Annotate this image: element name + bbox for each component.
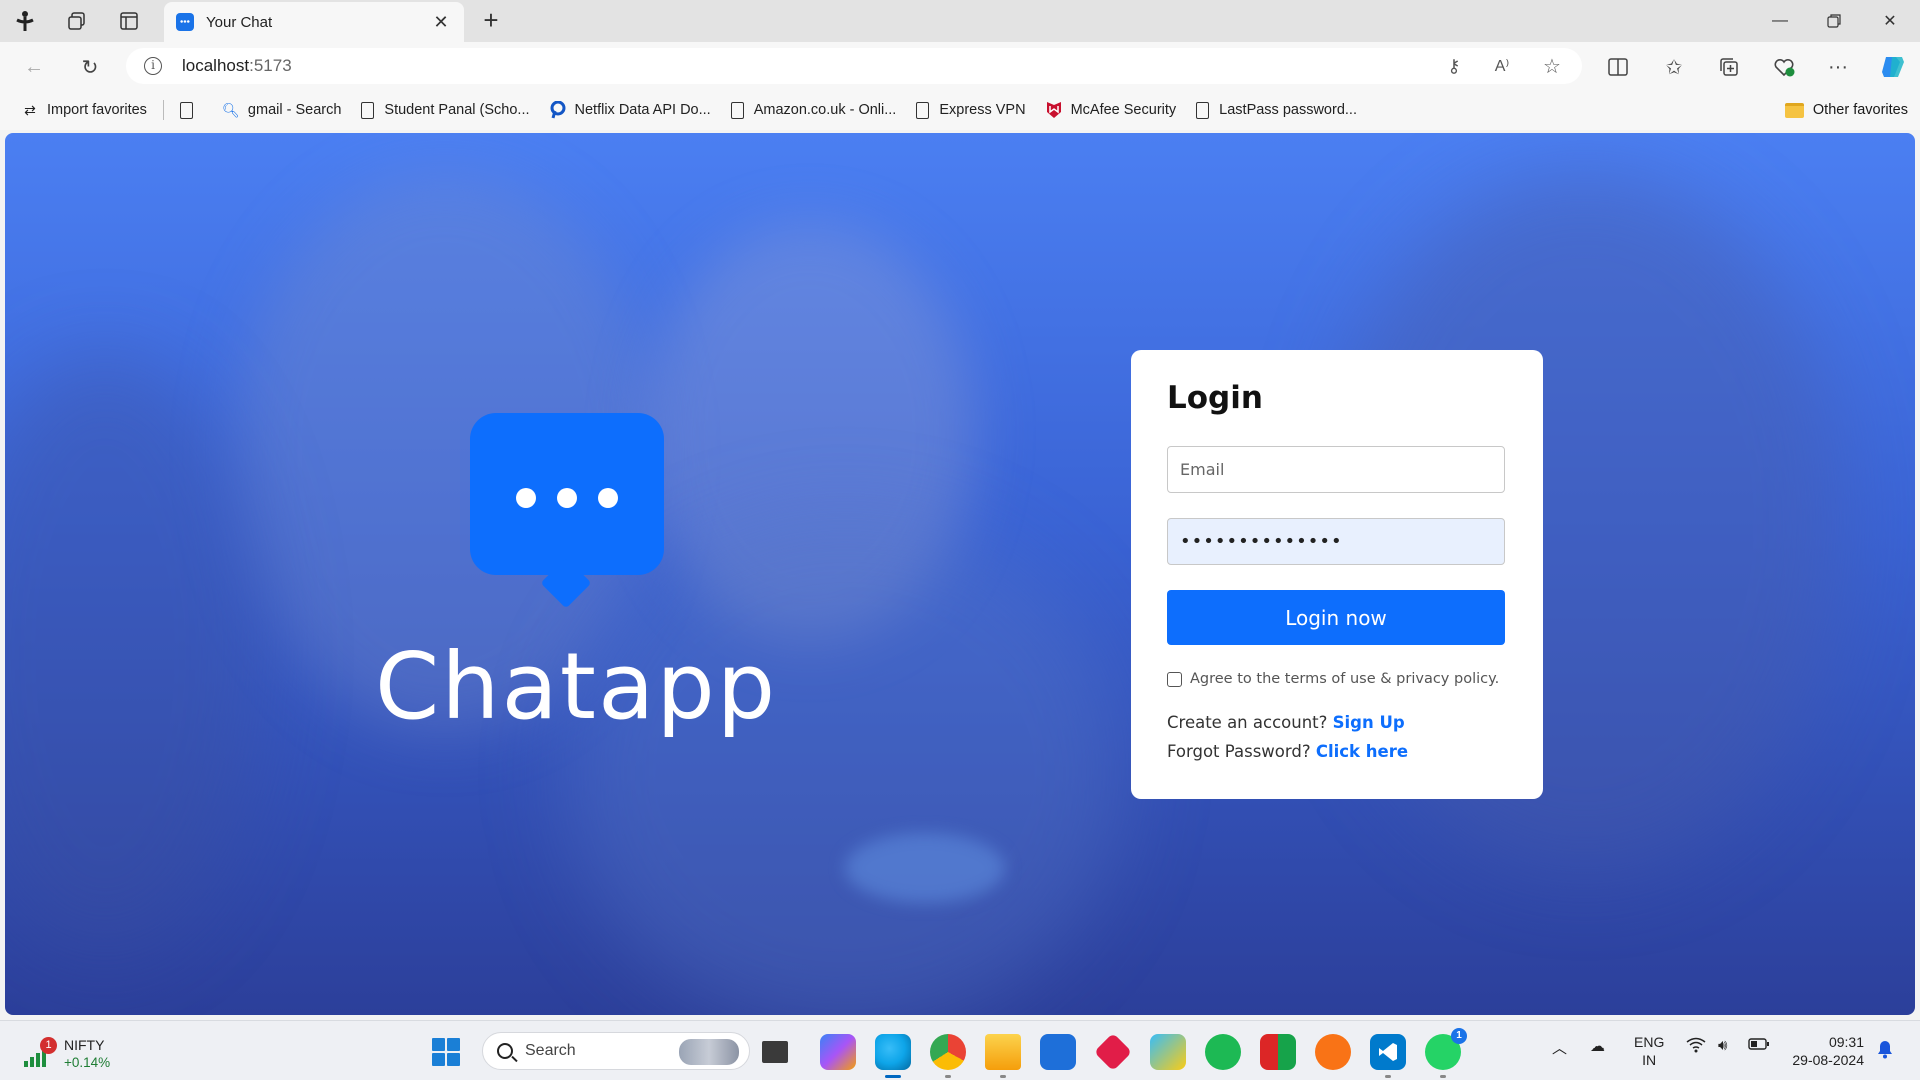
brand-title: Chatapp [375, 633, 778, 740]
spotify-icon[interactable] [1205, 1034, 1241, 1070]
tab-title: Your Chat [206, 13, 273, 31]
page-icon [730, 101, 744, 119]
back-arrow-icon[interactable]: ← [18, 51, 50, 83]
favorite-star-icon[interactable]: ☆ [1536, 50, 1568, 82]
favorites-bar: ⇄ Import favorites 🔍︎ gmail - Search Stu… [0, 90, 1920, 130]
import-icon: ⇄ [24, 101, 36, 118]
favorite-blank-page[interactable] [170, 95, 213, 125]
folder-icon [1784, 102, 1804, 118]
url-text: localhost:5173 [182, 56, 292, 75]
windows-taskbar: 1 NIFTY +0.14% Search 1 ︿ ☁ ENG IN 🔊︎ 09… [0, 1020, 1920, 1080]
page-icon [179, 101, 193, 119]
minimize-button[interactable]: — [1752, 0, 1808, 42]
volume-icon[interactable]: 🔊︎ [1718, 1037, 1727, 1054]
weather-app-icon[interactable] [1150, 1034, 1186, 1070]
start-menu-icon[interactable] [432, 1038, 460, 1066]
search-icon [497, 1043, 513, 1059]
email-field[interactable] [1167, 446, 1505, 493]
chevron-up-icon[interactable]: ︿ [1552, 1037, 1567, 1058]
password-key-icon[interactable]: ⚷ [1438, 50, 1470, 82]
favorites-icon[interactable]: ✩ [1658, 51, 1690, 83]
favorites-divider [162, 100, 164, 120]
terms-label: Agree to the terms of use & privacy poli… [1190, 671, 1500, 687]
refresh-icon[interactable]: ↻ [74, 51, 106, 83]
widget-name: NIFTY [64, 1037, 105, 1053]
favorite-student-panal[interactable]: Student Panal (Scho... [351, 95, 539, 125]
winrar-icon[interactable] [1260, 1034, 1296, 1070]
close-icon[interactable]: ✕ [430, 12, 452, 33]
favorite-gmail-search[interactable]: 🔍︎ gmail - Search [213, 95, 351, 125]
whatsapp-icon[interactable]: 1 [1425, 1028, 1467, 1078]
favorite-express-vpn[interactable]: Express VPN [906, 95, 1035, 125]
restore-button[interactable] [1806, 0, 1862, 42]
favorite-netflix-api[interactable]: Netflix Data API Do... [540, 95, 721, 125]
search-icon: 🔍︎ [222, 101, 240, 118]
store-icon[interactable] [1040, 1034, 1076, 1070]
vscode-icon[interactable] [1370, 1034, 1406, 1078]
chat-favicon-icon [176, 13, 194, 31]
favorite-mcafee[interactable]: McAfee Security [1036, 95, 1187, 125]
taskbar-search[interactable]: Search [482, 1032, 750, 1070]
language-indicator[interactable]: ENG IN [1634, 1033, 1664, 1069]
browser-essentials-icon[interactable] [1768, 51, 1800, 83]
login-button[interactable]: Login now [1167, 590, 1505, 645]
forgot-row: Forgot Password? Click here [1167, 742, 1409, 761]
favorite-amazon[interactable]: Amazon.co.uk - Onli... [721, 95, 907, 125]
file-explorer-icon[interactable] [985, 1034, 1021, 1078]
close-window-button[interactable]: ✕ [1862, 0, 1918, 42]
forgot-password-link[interactable]: Click here [1316, 742, 1408, 761]
postman-icon[interactable] [1315, 1034, 1351, 1070]
search-highlight-art [679, 1039, 739, 1065]
onedrive-cloud-icon[interactable]: ☁ [1590, 1037, 1605, 1055]
edge-browser-icon[interactable] [875, 1034, 911, 1078]
battery-icon[interactable] [1748, 1037, 1770, 1055]
task-view-icon[interactable] [762, 1041, 788, 1063]
system-clock[interactable]: 09:31 29-08-2024 [1782, 1033, 1864, 1069]
clock-date: 29-08-2024 [1792, 1052, 1864, 1068]
browser-tab-strip: Your Chat ✕ + — ✕ [0, 0, 1920, 42]
profile-icon[interactable] [10, 6, 40, 36]
address-bar[interactable]: i localhost:5173 ⚷ A⁾ ☆ [126, 48, 1582, 84]
signup-row: Create an account? Sign Up [1167, 713, 1405, 732]
anydesk-icon[interactable] [1093, 1032, 1133, 1072]
terms-row: Agree to the terms of use & privacy poli… [1167, 671, 1507, 687]
page-viewport: Chatapp Login •••••••••••••• Login now A… [5, 133, 1915, 1015]
info-icon[interactable]: i [144, 57, 162, 75]
new-tab-button[interactable]: + [476, 6, 506, 36]
login-card: Login •••••••••••••• Login now Agree to … [1131, 350, 1543, 799]
copilot-icon[interactable] [1877, 51, 1909, 83]
clock-time: 09:31 [1828, 1034, 1864, 1050]
rapidapi-icon [550, 101, 566, 119]
split-screen-icon[interactable] [1602, 51, 1634, 83]
notification-bell-icon[interactable] [1876, 1039, 1894, 1059]
page-icon [1196, 101, 1210, 119]
collections-icon[interactable] [1713, 51, 1745, 83]
chat-bubble-logo-icon [470, 413, 664, 575]
signup-link[interactable]: Sign Up [1333, 713, 1405, 732]
background-photo [5, 133, 1915, 1015]
more-menu-icon[interactable]: ··· [1822, 51, 1854, 83]
widget-value: +0.14% [64, 1055, 111, 1070]
login-title: Login [1167, 380, 1263, 416]
page-icon [361, 101, 375, 119]
stock-widget[interactable]: 1 NIFTY +0.14% [22, 1031, 132, 1073]
favorite-import[interactable]: ⇄ Import favorites [12, 95, 157, 125]
page-icon [916, 101, 930, 119]
vertical-tabs-icon[interactable] [114, 6, 144, 36]
copilot-app-icon[interactable] [820, 1034, 856, 1070]
password-field[interactable]: •••••••••••••• [1167, 518, 1505, 565]
browser-toolbar: ← ↻ i localhost:5173 ⚷ A⁾ ☆ ✩ ··· [0, 42, 1920, 90]
workspaces-icon[interactable] [62, 6, 92, 36]
terms-checkbox[interactable] [1167, 671, 1182, 687]
whatsapp-badge: 1 [1451, 1028, 1467, 1044]
wifi-icon[interactable] [1686, 1037, 1706, 1057]
widget-badge: 1 [40, 1037, 57, 1054]
mcafee-icon [1046, 101, 1062, 119]
other-favorites[interactable]: Other favorites [1784, 95, 1908, 125]
read-aloud-icon[interactable]: A⁾ [1486, 50, 1518, 82]
chrome-icon[interactable] [930, 1034, 966, 1078]
favorite-lastpass[interactable]: LastPass password... [1186, 95, 1367, 125]
tab-your-chat[interactable]: Your Chat ✕ [164, 2, 464, 42]
typing-dots [516, 488, 618, 508]
